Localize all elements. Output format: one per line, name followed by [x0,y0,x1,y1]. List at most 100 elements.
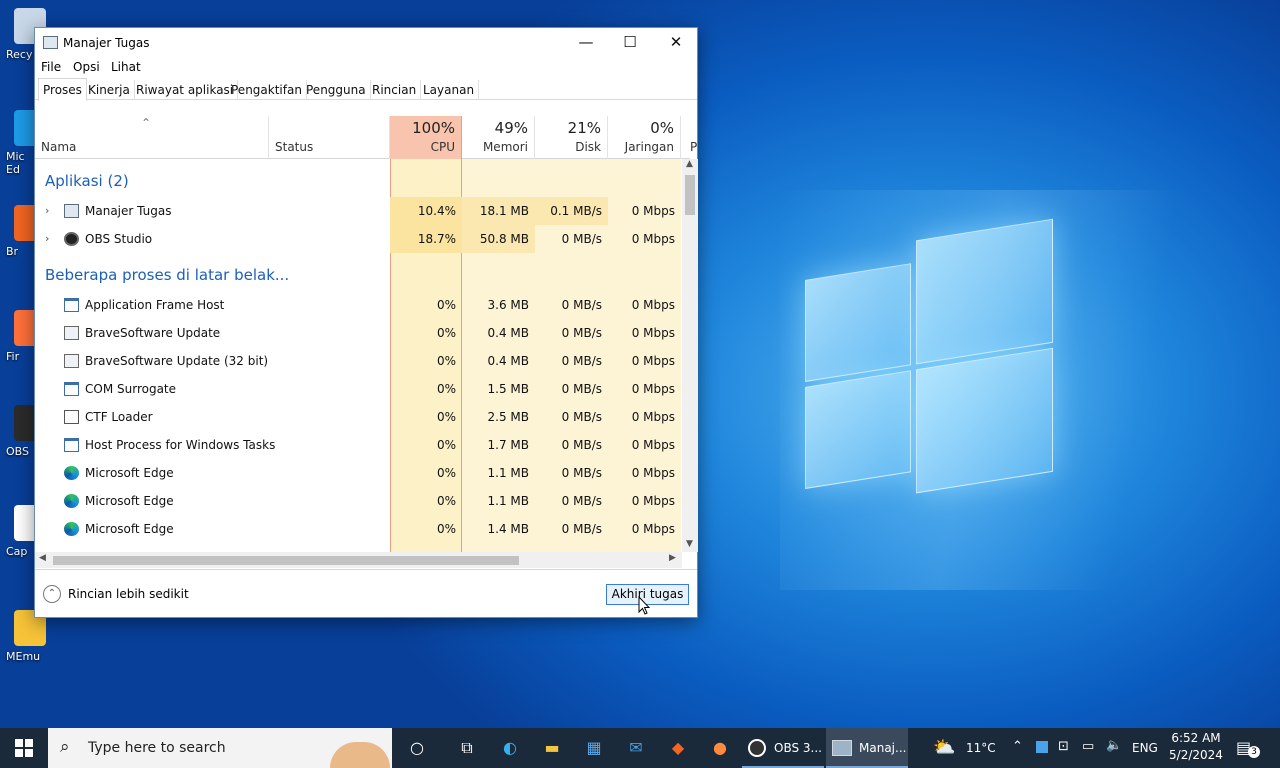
maximize-button[interactable]: ☐ [607,28,653,58]
process-row[interactable]: Host Process for Windows Tasks 0% 1.7 MB 0 … [35,431,681,459]
camera-icon[interactable]: ⊡ [1058,739,1069,754]
scroll-right-icon[interactable]: ▶ [669,553,676,563]
search-highlight-illustration [330,742,390,768]
menu-file[interactable]: File [41,60,61,74]
app-window-icon [64,382,79,396]
start-button[interactable] [0,728,48,768]
group-header: Beberapa proses di latar belak... [45,266,290,284]
process-mem: 3.6 MB [487,298,529,312]
edge-icon [64,494,79,508]
process-net: 0 Mbps [631,410,675,424]
column-memory: Memori [482,140,528,154]
process-mem: 50.8 MB [462,225,535,253]
network-icon[interactable]: ▭ [1082,739,1094,754]
process-name: COM Surrogate [85,382,177,396]
process-disk: 0 MB/s [561,438,602,452]
window-title: Manajer Tugas [63,36,150,50]
tab-app-history[interactable]: Riwayat aplikasi [132,80,239,100]
weather-temperature[interactable]: 11°C [966,741,996,755]
process-name: BraveSoftware Update (32 bit) [85,354,269,368]
process-mem: 1.5 MB [487,382,529,396]
process-disk: 0 MB/s [561,382,602,396]
column-network: Jaringan [624,140,674,154]
column-network-header[interactable]: 0% Jaringan [608,116,681,159]
vertical-scrollbar[interactable]: ▲ ▼ [682,159,698,552]
column-cpu: CPU [430,140,455,154]
tab-services[interactable]: Layanan [419,80,480,100]
ctf-loader-icon [64,410,79,424]
column-disk-header[interactable]: 21% Disk [535,116,608,159]
process-mem: 1.4 MB [487,522,529,536]
process-row[interactable]: Application Frame Host 0% 3.6 MB 0 MB/s 0 Mb… [35,291,681,319]
edge-icon [64,466,79,480]
scroll-down-icon[interactable]: ▼ [686,539,693,549]
taskbar-search-box[interactable]: ⌕ Type here to search [48,728,392,768]
desktop-icon-label: MEmu [6,650,41,663]
clock[interactable]: 6:52 AM 5/2/2024 [1166,731,1226,762]
column-name[interactable]: Nama [41,140,76,154]
menu-view[interactable]: Lihat [111,60,141,74]
edge-icon[interactable]: ◐ [491,728,529,768]
volume-muted-icon[interactable]: 🔈 [1106,738,1122,753]
column-status-header[interactable]: Status [268,116,390,159]
process-row[interactable]: BraveSoftware Update 0% 0.4 MB 0 MB/s 0 Mbps [35,319,681,347]
mail-icon[interactable]: ✉ [617,728,655,768]
expand-chevron-icon[interactable]: › [45,197,49,225]
minimize-button[interactable]: — [563,28,609,58]
menu-bar: File Opsi Lihat [35,58,697,78]
tab-performance[interactable]: Kinerja [84,80,135,100]
firefox-icon[interactable]: ● [701,728,739,768]
process-row[interactable]: › OBS Studio 18.7% 50.8 MB 0 MB/s 0 Mbps [35,225,681,253]
notification-center-icon[interactable]: ▤ 3 [1236,738,1260,758]
weather-icon[interactable]: ⛅ [933,737,955,758]
search-placeholder: Type here to search [88,740,226,756]
show-hidden-icons-icon[interactable]: ⌃ [1012,739,1023,754]
fewer-details-link[interactable]: Rincian lebih sedikit [68,587,189,601]
process-cpu: 0% [436,494,456,508]
tab-details[interactable]: Rincian [368,80,422,100]
network-total: 0% [650,119,674,137]
process-cpu: 10.4% [390,197,462,225]
process-cpu: 0% [436,438,456,452]
scroll-up-icon[interactable]: ▲ [686,159,693,169]
horizontal-scroll-thumb[interactable] [53,556,519,565]
scroll-left-icon[interactable]: ◀ [39,553,46,563]
process-row[interactable]: Microsoft Edge 0% 1.1 MB 0 MB/s 0 Mbps [35,459,681,487]
column-memory-header[interactable]: 49% Memori [462,116,535,159]
brave-icon[interactable]: ◆ [659,728,697,768]
process-row[interactable]: Microsoft Edge 0% 1.1 MB 0 MB/s 0 Mbps [35,487,681,515]
process-row[interactable]: CTF Loader 0% 2.5 MB 0 MB/s 0 Mbps [35,403,681,431]
process-row[interactable]: Microsoft Edge 0% 1.4 MB 0 MB/s 0 Mbps [35,515,681,543]
language-indicator[interactable]: ENG [1132,741,1158,755]
tab-users[interactable]: Pengguna [302,80,371,100]
close-button[interactable]: ✕ [653,28,699,58]
tray-app-icon[interactable] [1036,741,1048,753]
expand-chevron-icon[interactable]: › [45,225,49,253]
store-icon[interactable]: ▦ [575,728,613,768]
column-power-truncated[interactable]: P [690,140,697,154]
collapse-chevron-icon[interactable]: ⌃ [43,585,61,603]
footer-bar: ⌃ Rincian lebih sedikit Akhiri tugas [35,569,697,617]
column-status: Status [275,140,314,154]
tab-startup[interactable]: Pengaktifan [227,80,307,100]
column-cpu-header[interactable]: 100% CPU [390,116,462,159]
title-bar[interactable]: Manajer Tugas — ☐ ✕ [35,28,697,58]
vertical-scroll-thumb[interactable] [685,175,695,215]
taskbar-obs[interactable]: OBS 3... [742,728,824,768]
horizontal-scrollbar[interactable]: ◀ ▶ [35,552,682,568]
tab-processes[interactable]: Proses [38,78,87,101]
taskbar-task-manager[interactable]: Manaj... [826,728,908,768]
process-disk: 0 MB/s [561,326,602,340]
process-row[interactable]: BraveSoftware Update (32 bit) 0% 0.4 MB 0 M… [35,347,681,375]
cortana-icon[interactable]: ○ [398,728,436,768]
process-row[interactable]: › Manajer Tugas 10.4% 18.1 MB 0.1 MB/s 0 Mbps [35,197,681,225]
mouse-cursor-icon [638,596,650,615]
process-list: Aplikasi (2) › Manajer Tugas 10.4% 18.1 MB 0.… [35,159,681,552]
task-view-icon[interactable]: ⧉ [448,728,486,768]
file-explorer-icon[interactable]: ▬ [533,728,571,768]
process-name: OBS Studio [85,232,153,246]
process-row[interactable]: COM Surrogate 0% 1.5 MB 0 MB/s 0 Mbps [35,375,681,403]
process-cpu: 0% [436,298,456,312]
menu-options[interactable]: Opsi [73,60,100,74]
updater-icon [64,326,79,340]
